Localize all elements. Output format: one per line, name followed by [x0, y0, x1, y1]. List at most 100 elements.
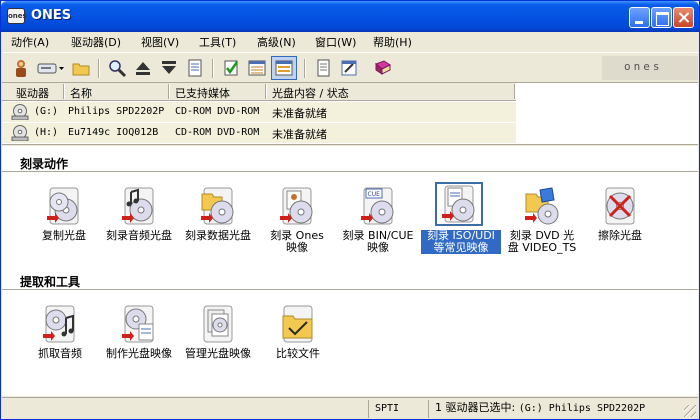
- tile-label: 刻录 Ones 映像: [270, 229, 324, 254]
- resize-grip[interactable]: [684, 405, 696, 417]
- section-divider: [2, 171, 698, 172]
- load-icon[interactable]: [159, 58, 179, 78]
- tile-label: 复制光盘: [42, 229, 86, 242]
- section-title-burn: 刻录动作: [20, 157, 69, 171]
- close-button[interactable]: [673, 7, 694, 28]
- tile-label: 刻录 BIN/CUE 映像: [342, 229, 414, 254]
- tile-burn-data[interactable]: 刻录数据光盘: [178, 186, 258, 256]
- minimize-button[interactable]: [629, 7, 650, 28]
- cd-drive-icon: [11, 125, 29, 141]
- log-icon[interactable]: [185, 58, 205, 78]
- iso-image-icon: [435, 182, 483, 226]
- title-bar[interactable]: ones ONES: [1, 1, 699, 32]
- tile-burn-iso-image[interactable]: 刻录 ISO/UDI 等常见映像: [421, 182, 501, 254]
- column-divider[interactable]: [168, 84, 170, 99]
- check-icon[interactable]: [221, 58, 241, 78]
- tile-label: 刻录音频光盘: [106, 229, 172, 242]
- document-icon[interactable]: [313, 58, 333, 78]
- toolbar-separator: [304, 59, 306, 78]
- tile-label: 比较文件: [276, 347, 320, 360]
- toolbar-separator: [212, 59, 214, 78]
- tile-burn-dvd-video[interactable]: 刻录 DVD 光 盘 VIDEO_TS: [502, 186, 582, 256]
- rip-audio-icon: [40, 304, 80, 344]
- drive-status: 未准备就绪: [272, 107, 327, 120]
- app-logo-icon: ones: [7, 8, 27, 24]
- compare-files-icon: [278, 304, 318, 344]
- detail-view-icon[interactable]: [271, 56, 297, 80]
- drive-list: 驱动器 名称 已支持媒体 光盘内容 / 状态 (G:) Philips SPD2…: [2, 83, 698, 145]
- toolbar-separator: [98, 59, 100, 78]
- data-disc-icon: [198, 186, 238, 226]
- tile-make-image[interactable]: 制作光盘映像: [99, 304, 179, 374]
- drive-name: Philips SPD2202P: [68, 106, 165, 117]
- action-panel: 刻录动作 复制光盘 刻录音频光盘 刻录数据光盘 刻录 Ones 映像 CUE 刻…: [2, 146, 698, 396]
- tile-label: 刻录数据光盘: [185, 229, 251, 242]
- menu-tools[interactable]: 工具(T): [199, 34, 236, 50]
- tile-label: 抓取音频: [38, 347, 82, 360]
- tile-label: 管理光盘映像: [185, 347, 251, 360]
- manage-images-icon: [198, 304, 238, 344]
- ones-image-icon: [277, 186, 317, 226]
- menu-bar: 动作(A) 驱动器(D) 视图(V) 工具(T) 高级(N) 窗口(W) 帮助(…: [2, 32, 698, 51]
- status-interface-text: SPTI: [375, 403, 400, 414]
- window-title: ONES: [31, 8, 72, 23]
- tile-burn-ones-image[interactable]: 刻录 Ones 映像: [257, 186, 337, 256]
- column-header-status[interactable]: 光盘内容 / 状态: [272, 85, 349, 101]
- menu-help[interactable]: 帮助(H): [373, 34, 412, 50]
- status-selection-drive: (G:) Philips SPD2202P: [518, 403, 646, 414]
- drive-row[interactable]: (G:) Philips SPD2202P CD-ROM DVD-ROM 未准备…: [2, 102, 516, 122]
- drive-letter: (G:): [34, 106, 59, 117]
- tile-label: 刻录 DVD 光 盘 VIDEO_TS: [507, 229, 577, 254]
- tile-rip-audio[interactable]: 抓取音频: [20, 304, 100, 374]
- menu-action[interactable]: 动作(A): [11, 34, 49, 50]
- erase-disc-icon: [600, 186, 640, 226]
- section-title-extract: 提取和工具: [20, 275, 81, 289]
- column-header-media[interactable]: 已支持媒体: [175, 85, 230, 101]
- dvd-video-icon: [522, 186, 562, 226]
- app-window: ones ONES 动作(A) 驱动器(D) 视图(V) 工具(T) 高级(N)…: [0, 0, 700, 420]
- make-image-icon: [119, 304, 159, 344]
- bin-cue-icon: CUE: [358, 186, 398, 226]
- column-divider[interactable]: [265, 84, 267, 99]
- list-view-icon[interactable]: [247, 58, 267, 78]
- section-divider: [2, 289, 698, 290]
- column-divider[interactable]: [514, 84, 516, 99]
- toolbar: ones: [2, 52, 698, 83]
- tile-burn-bin-cue[interactable]: CUE 刻录 BIN/CUE 映像: [338, 186, 418, 256]
- drive-select-icon[interactable]: [37, 58, 65, 78]
- column-divider[interactable]: [63, 84, 65, 99]
- drive-media: CD-ROM DVD-ROM: [175, 127, 260, 138]
- eject-icon[interactable]: [133, 58, 153, 78]
- menu-advanced[interactable]: 高级(N): [257, 34, 296, 50]
- menu-view[interactable]: 视图(V): [141, 34, 179, 50]
- status-selection: 1 驱动器已选中: (G:) Philips SPD2202P: [428, 400, 684, 418]
- folder-icon[interactable]: [71, 58, 91, 78]
- column-header-name[interactable]: 名称: [70, 85, 92, 101]
- audio-disc-icon: [119, 186, 159, 226]
- tile-copy-disc[interactable]: 复制光盘: [24, 186, 104, 256]
- tile-label: 擦除光盘: [598, 229, 642, 242]
- drive-media: CD-ROM DVD-ROM: [175, 106, 260, 117]
- maximize-button[interactable]: [651, 7, 672, 28]
- status-interface: SPTI: [368, 400, 428, 418]
- column-header-drive[interactable]: 驱动器: [16, 85, 49, 101]
- drive-list-header: 驱动器 名称 已支持媒体 光盘内容 / 状态: [2, 83, 516, 101]
- tile-compare-files[interactable]: 比较文件: [258, 304, 338, 374]
- book-icon[interactable]: [373, 58, 393, 78]
- tile-label: 刻录 ISO/UDI 等常见映像: [421, 230, 501, 254]
- tile-label: 制作光盘映像: [106, 347, 172, 360]
- drive-letter: (H:): [34, 127, 59, 138]
- menu-window[interactable]: 窗口(W): [315, 34, 356, 50]
- menu-drive[interactable]: 驱动器(D): [71, 34, 121, 50]
- search-icon[interactable]: [107, 58, 127, 78]
- status-bar: SPTI 1 驱动器已选中: (G:) Philips SPD2202P: [2, 397, 698, 419]
- tile-erase-disc[interactable]: 擦除光盘: [580, 186, 660, 256]
- edit-icon[interactable]: [339, 58, 359, 78]
- drive-status: 未准备就绪: [272, 128, 327, 141]
- drive-row[interactable]: (H:) Eu7149c IOQ012B CD-ROM DVD-ROM 未准备就…: [2, 123, 516, 143]
- tile-manage-images[interactable]: 管理光盘映像: [178, 304, 258, 374]
- copy-disc-icon: [44, 186, 84, 226]
- tile-burn-audio[interactable]: 刻录音频光盘: [99, 186, 179, 256]
- ones-icon[interactable]: [11, 58, 31, 78]
- brand-text: ones: [624, 60, 663, 73]
